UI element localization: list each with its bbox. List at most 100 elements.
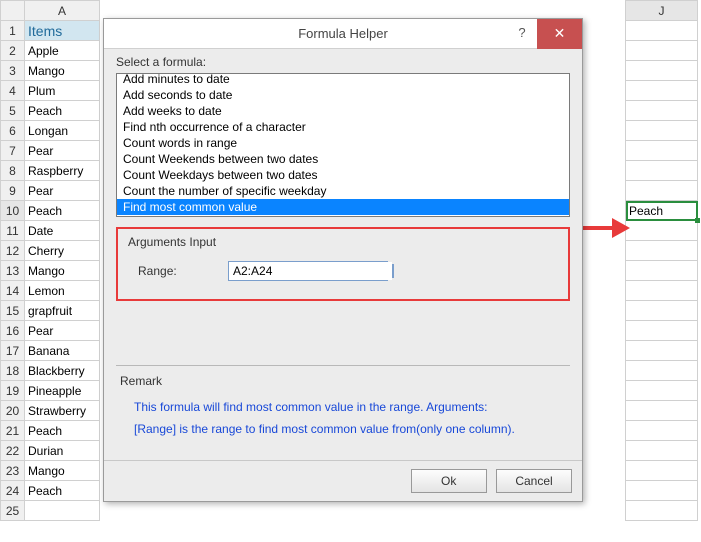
row-header[interactable]: 7 [1,141,25,161]
col-header-a[interactable]: A [25,1,100,21]
data-cell[interactable]: Mango [25,61,100,81]
data-cell[interactable]: Pear [25,141,100,161]
empty-cell[interactable] [626,301,698,321]
data-cell[interactable]: Peach [25,101,100,121]
empty-cell[interactable] [626,321,698,341]
range-input[interactable] [229,262,392,280]
result-cell[interactable]: Peach [626,201,698,221]
data-cell[interactable]: Pear [25,181,100,201]
data-cell[interactable]: Blackberry [25,361,100,381]
row-header[interactable]: 5 [1,101,25,121]
empty-cell[interactable] [626,341,698,361]
data-cell[interactable]: Peach [25,421,100,441]
empty-cell[interactable] [626,401,698,421]
formula-list[interactable]: Add minutes to dateAdd seconds to dateAd… [116,73,570,217]
formula-item[interactable]: Add weeks to date [117,103,569,119]
formula-item[interactable]: Find nth occurrence of a character [117,119,569,135]
empty-cell[interactable] [626,421,698,441]
row-header[interactable]: 9 [1,181,25,201]
row-header[interactable]: 3 [1,61,25,81]
empty-cell[interactable] [626,221,698,241]
empty-cell[interactable] [626,361,698,381]
row-header[interactable]: 16 [1,321,25,341]
formula-item[interactable]: Find most common value [117,199,569,215]
row-header[interactable]: 2 [1,41,25,61]
row-header[interactable]: 25 [1,501,25,521]
range-row: Range: [128,261,558,281]
formula-item[interactable]: Add minutes to date [117,73,569,87]
row-header[interactable]: 4 [1,81,25,101]
formula-item[interactable]: Add seconds to date [117,87,569,103]
data-cell[interactable]: Mango [25,261,100,281]
remark-line2: [Range] is the range to find most common… [120,418,566,440]
range-input-wrap [228,261,388,281]
empty-cell[interactable] [626,141,698,161]
data-cell[interactable]: Peach [25,201,100,221]
row-header[interactable]: 6 [1,121,25,141]
data-cell[interactable]: Longan [25,121,100,141]
corner-cell[interactable] [1,1,25,21]
items-header-cell[interactable]: Items [25,21,100,41]
empty-cell[interactable] [626,21,698,41]
data-cell[interactable]: Strawberry [25,401,100,421]
row-header[interactable]: 8 [1,161,25,181]
data-cell[interactable]: Cherry [25,241,100,261]
data-cell[interactable]: Pineapple [25,381,100,401]
data-cell[interactable]: Pear [25,321,100,341]
row-header[interactable]: 14 [1,281,25,301]
formula-item[interactable]: Count words in range [117,135,569,151]
empty-cell[interactable] [626,121,698,141]
empty-cell[interactable] [626,101,698,121]
data-cell[interactable] [25,501,100,521]
close-button[interactable]: ✕ [537,19,582,49]
row-header[interactable]: 20 [1,401,25,421]
cancel-button[interactable]: Cancel [496,469,572,493]
row-header[interactable]: 19 [1,381,25,401]
data-cell[interactable]: Raspberry [25,161,100,181]
data-cell[interactable]: Plum [25,81,100,101]
empty-cell[interactable] [626,181,698,201]
data-cell[interactable]: Lemon [25,281,100,301]
empty-cell[interactable] [626,281,698,301]
dialog-body: Select a formula: Add minutes to dateAdd… [104,49,582,460]
empty-cell[interactable] [626,501,698,521]
row-header[interactable]: 1 [1,21,25,41]
remark-group: Remark This formula will find most commo… [116,365,570,450]
data-cell[interactable]: Date [25,221,100,241]
ok-button[interactable]: Ok [411,469,487,493]
empty-cell[interactable] [626,441,698,461]
row-header[interactable]: 13 [1,261,25,281]
empty-cell[interactable] [626,261,698,281]
dialog-titlebar[interactable]: Formula Helper ? ✕ [104,19,582,49]
empty-cell[interactable] [626,481,698,501]
row-header[interactable]: 15 [1,301,25,321]
formula-item[interactable]: Count Weekdays between two dates [117,167,569,183]
row-header[interactable]: 24 [1,481,25,501]
empty-cell[interactable] [626,381,698,401]
data-cell[interactable]: grapfruit [25,301,100,321]
row-header[interactable]: 23 [1,461,25,481]
row-header[interactable]: 11 [1,221,25,241]
arguments-input-group: Arguments Input Range: [116,227,570,301]
empty-cell[interactable] [626,81,698,101]
row-header[interactable]: 10 [1,201,25,221]
row-header[interactable]: 18 [1,361,25,381]
data-cell[interactable]: Banana [25,341,100,361]
empty-cell[interactable] [626,41,698,61]
data-cell[interactable]: Durian [25,441,100,461]
empty-cell[interactable] [626,461,698,481]
data-cell[interactable]: Apple [25,41,100,61]
row-header[interactable]: 21 [1,421,25,441]
empty-cell[interactable] [626,241,698,261]
formula-item[interactable]: Count Weekends between two dates [117,151,569,167]
formula-item[interactable]: Count the number of specific weekday [117,183,569,199]
data-cell[interactable]: Mango [25,461,100,481]
empty-cell[interactable] [626,61,698,81]
help-button[interactable]: ? [507,19,537,49]
col-header-j[interactable]: J [626,1,698,21]
row-header[interactable]: 12 [1,241,25,261]
data-cell[interactable]: Peach [25,481,100,501]
row-header[interactable]: 17 [1,341,25,361]
row-header[interactable]: 22 [1,441,25,461]
empty-cell[interactable] [626,161,698,181]
